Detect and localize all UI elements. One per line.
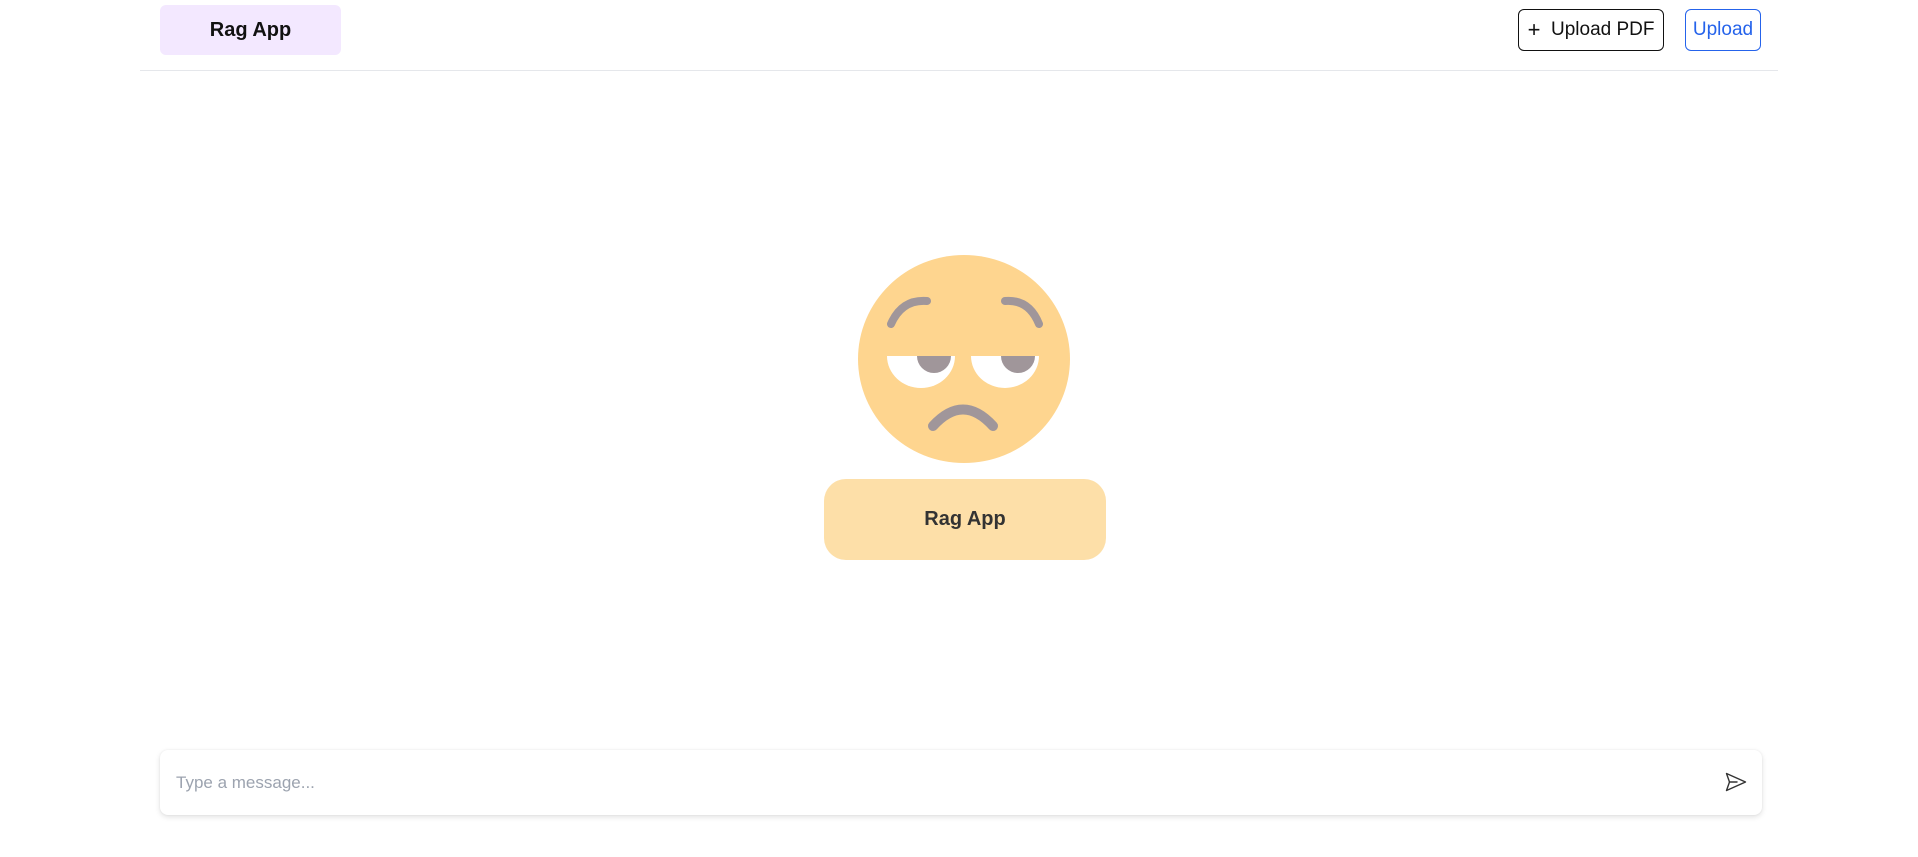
upload-button[interactable]: Upload <box>1685 9 1761 51</box>
hero-label: Rag App <box>824 479 1106 560</box>
message-composer <box>160 750 1762 815</box>
send-icon <box>1725 772 1747 792</box>
message-input[interactable] <box>176 750 1676 815</box>
send-button[interactable] <box>1718 764 1754 800</box>
upload-pdf-label: Upload PDF <box>1551 19 1655 40</box>
top-header: Rag App + Upload PDF Upload <box>140 0 1778 71</box>
brand-button[interactable]: Rag App <box>160 5 341 55</box>
upload-pdf-button[interactable]: + Upload PDF <box>1518 9 1664 51</box>
page: Rag App + Upload PDF Upload Rag App <box>0 0 1918 857</box>
unamused-face-icon <box>858 255 1070 463</box>
plus-icon: + <box>1527 17 1541 42</box>
empty-state: Rag App <box>824 254 1106 560</box>
